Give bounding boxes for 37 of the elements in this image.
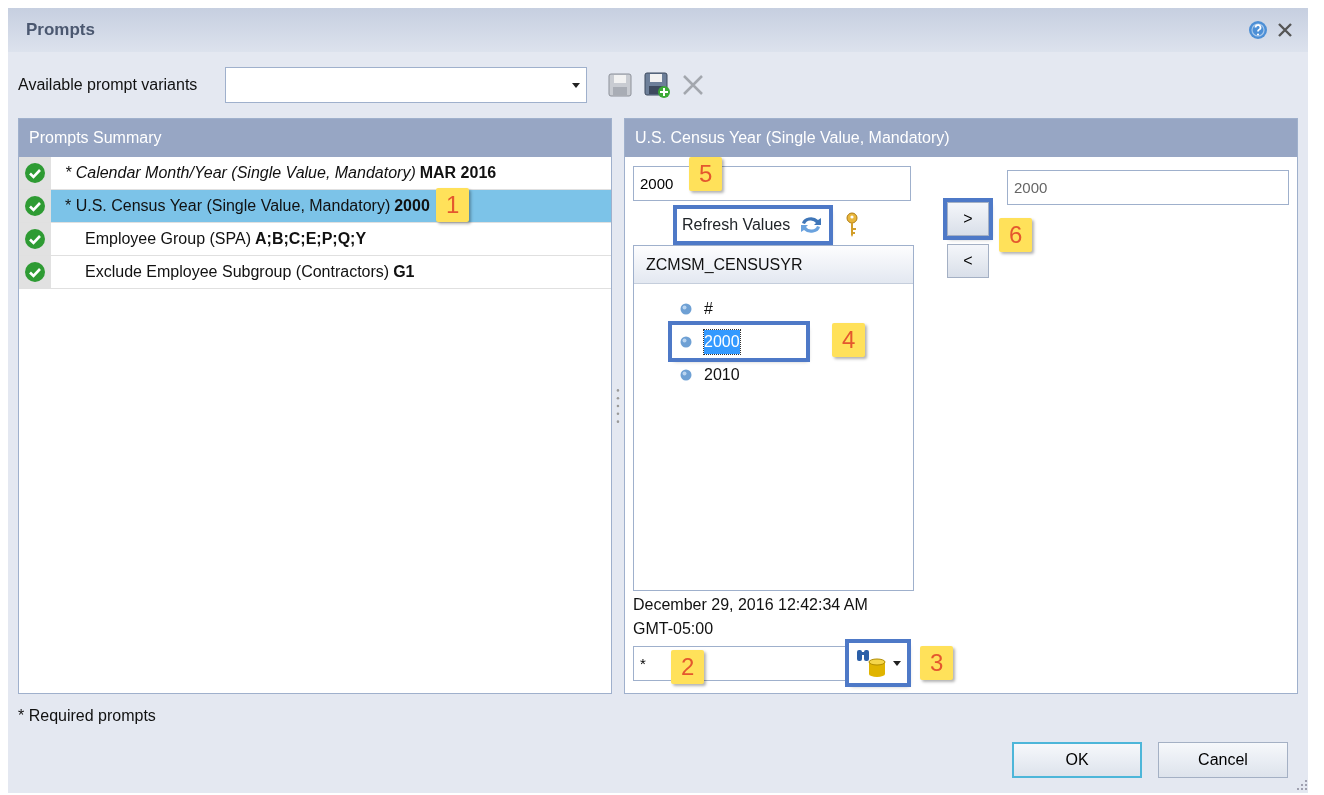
callout-label: 5 (689, 157, 723, 191)
callout-label: 4 (832, 323, 866, 357)
refresh-values-button[interactable]: Refresh Values (677, 209, 830, 241)
dialog-button[interactable]: OK (1012, 742, 1142, 778)
callout-label: 1 (436, 188, 470, 222)
variants-dropdown[interactable] (225, 67, 588, 103)
list-item[interactable]: 2010 (672, 358, 806, 391)
dialog-button[interactable]: Cancel (1158, 742, 1288, 778)
panel-header: U.S. Census Year (Single Value, Mandatory) (625, 119, 1297, 157)
prompt-item[interactable]: Exclude Employee Subgroup (Contractors) G1 (51, 256, 612, 288)
splitter-grip-icon[interactable] (616, 386, 620, 426)
required-note: * Required prompts (18, 706, 157, 726)
bullet-icon (680, 335, 692, 348)
help-icon[interactable] (1248, 20, 1268, 40)
remove-button[interactable]: < (947, 244, 989, 278)
column-header: ZCMSM_CENSUSYR (634, 246, 913, 284)
bullet-icon (680, 368, 692, 381)
close-icon[interactable] (1276, 21, 1294, 39)
caret-icon (572, 82, 581, 88)
timestamp-text: December 29, 2016 12:42:34 AM GMT-05:00 (633, 595, 869, 639)
list-item[interactable]: # (672, 292, 806, 325)
caret-icon (893, 660, 901, 666)
bullet-icon (680, 302, 692, 315)
callout-label: 2 (671, 649, 705, 684)
callout-label: 6 (999, 218, 1033, 252)
save-as-icon[interactable] (643, 71, 672, 99)
prompt-item[interactable]: Employee Group (SPA) A;B;C;E;P;Q;Y (51, 223, 612, 255)
panel-header: Prompts Summary (19, 119, 612, 157)
window-title: Prompts (26, 19, 95, 41)
resize-grip-icon[interactable] (1296, 779, 1308, 791)
key-icon[interactable] (845, 212, 860, 238)
variants-label: Available prompt variants (18, 75, 198, 95)
save-icon[interactable] (607, 72, 634, 98)
prompt-item[interactable]: * Calendar Month/Year (Single Value, Mandatory) MAR 2016 (51, 157, 612, 189)
delete-icon[interactable] (681, 73, 706, 97)
callout-label: 3 (920, 646, 954, 680)
selected-value-input[interactable]: 2000 (1007, 170, 1289, 205)
